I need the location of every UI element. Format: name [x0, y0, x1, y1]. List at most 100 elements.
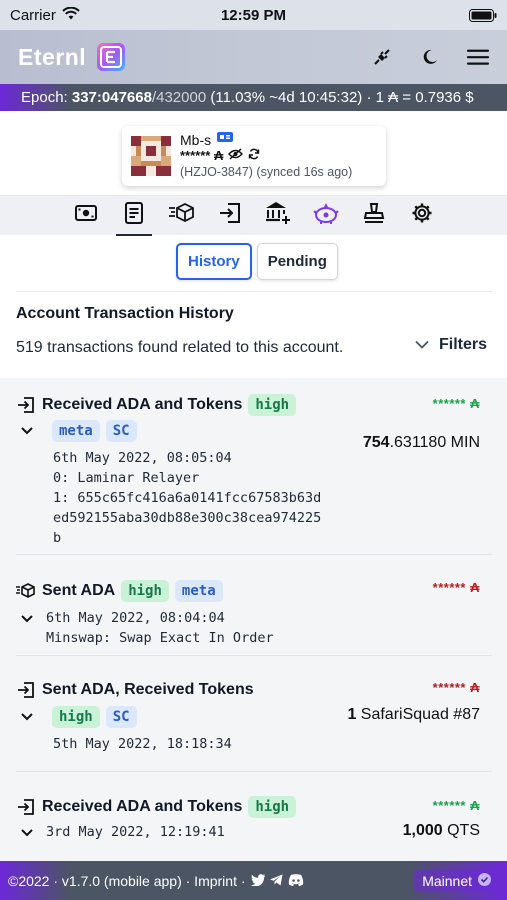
transaction-details: 6th May 2022, 08:05:04 0: Laminar Relaye… [53, 450, 322, 546]
token-amount-rest: QTS [442, 822, 480, 839]
transaction-ada-amount: ****** ₳ [433, 396, 480, 411]
send-cube-icon [16, 581, 36, 601]
transaction-item[interactable]: Received ADA and Tokens high ****** ₳ me… [16, 394, 492, 548]
twitter-icon[interactable] [250, 873, 265, 889]
tab-staking[interactable] [254, 196, 302, 236]
moon-icon[interactable] [419, 46, 441, 68]
hidden-amount: ****** ₳ [432, 396, 480, 411]
wallet-name: Mb-s [180, 132, 212, 148]
token-amount: 1 SafariSquad #87 [347, 706, 480, 724]
tag-badge: SC [105, 420, 137, 442]
wallet-card[interactable]: Mb-s ****** ₳ (HZJO-3847) (synced 16s ag… [122, 126, 386, 186]
transaction-item[interactable]: Received ADA and Tokens high ****** ₳ 3r… [16, 796, 492, 842]
eye-hidden-icon[interactable] [228, 148, 244, 164]
piggy-bank-icon [312, 202, 339, 229]
app-header: Eternl [0, 30, 507, 84]
eternl-logo-icon[interactable] [96, 42, 126, 72]
footer-copyright[interactable]: ©2022 · v1.7.0 (mobile app) · Imprint · [8, 873, 246, 889]
epoch-total: /432000 [151, 89, 207, 106]
transaction-details: 6th May 2022, 08:04:04 Minswap: Swap Exa… [46, 610, 274, 646]
priority-badge: high [248, 796, 297, 818]
epoch-progress-bar: Epoch: 337:047668 /432000 (11.03% ~4d 10… [0, 84, 507, 111]
transaction-title: Sent ADA, Received Tokens [42, 681, 254, 698]
network-indicator[interactable]: Mainnet [414, 869, 499, 892]
receive-icon [16, 680, 36, 700]
network-label: Mainnet [422, 872, 472, 889]
transaction-item[interactable]: Sent ADA high meta ****** ₳ 6th May 2022… [16, 580, 492, 648]
ios-status-bar: Carrier 12:59 PM [0, 0, 507, 30]
token-amount-integer: 1 [347, 706, 357, 723]
transaction-ada-amount: ****** ₳ [433, 580, 480, 595]
wallet-nav-tabs [0, 195, 507, 236]
tag-badge: meta [52, 420, 100, 442]
document-list-icon [124, 202, 143, 229]
epoch-label: Epoch: [21, 89, 68, 106]
token-amount: 754.631180 MIN [363, 434, 480, 452]
tab-settings[interactable] [398, 196, 446, 236]
priority-badge: high [52, 706, 100, 728]
section-title: Account Transaction History [16, 305, 234, 322]
transaction-list: Received ADA and Tokens high ****** ₳ me… [0, 378, 507, 861]
telegram-icon[interactable] [269, 873, 283, 889]
tab-pending[interactable]: Pending [256, 243, 338, 280]
battery-icon [469, 8, 497, 22]
stamp-icon [363, 202, 385, 229]
token-amount-rest: .631180 MIN [389, 434, 480, 451]
tab-voting[interactable] [350, 196, 398, 236]
discord-icon[interactable] [288, 873, 304, 889]
gear-icon [411, 202, 433, 229]
receive-icon [219, 203, 241, 228]
token-amount-integer: 1,000 [402, 822, 443, 839]
token-amount-rest: SafariSquad #87 [356, 706, 480, 723]
history-subtabs: History Pending [176, 243, 338, 280]
transaction-ada-amount: ****** ₳ [433, 680, 480, 695]
send-cube-icon [168, 202, 195, 228]
menu-icon[interactable] [467, 46, 489, 68]
priority-badge: high [121, 580, 169, 602]
filters-toggle[interactable]: Filters [415, 336, 487, 354]
wifi-icon [62, 6, 80, 24]
token-amount-integer: 754 [362, 434, 390, 451]
transaction-item[interactable]: Sent ADA, Received Tokens ****** ₳ high … [16, 680, 492, 754]
divider [16, 291, 492, 292]
chevron-down-icon[interactable] [20, 826, 34, 840]
priority-badge: high [248, 394, 297, 416]
transaction-title: Received ADA and Tokens [42, 798, 243, 815]
sync-icon[interactable] [248, 148, 260, 164]
epoch-value: 337:047668 [71, 89, 152, 106]
plug-icon[interactable] [371, 46, 393, 68]
transaction-title: Received ADA and Tokens [42, 396, 243, 413]
chevron-down-icon[interactable] [20, 710, 34, 724]
chevron-down-icon[interactable] [20, 612, 34, 626]
transactions-count-text: 519 transactions found related to this a… [16, 339, 344, 356]
divider [16, 771, 492, 772]
tab-summary[interactable] [62, 196, 110, 236]
carrier-info: Carrier [10, 6, 80, 24]
hidden-amount: ****** ₳ [432, 580, 480, 595]
receive-icon [16, 395, 36, 415]
tab-receive[interactable] [206, 196, 254, 236]
chevron-down-icon[interactable] [20, 424, 34, 438]
hidden-amount: ****** ₳ [432, 798, 480, 813]
wallet-sync-status: (HZJO-3847) (synced 16s ago) [180, 165, 353, 179]
transaction-details: 3rd May 2022, 12:19:41 [46, 824, 225, 840]
eternl-logo-text[interactable]: Eternl [18, 44, 86, 71]
app-footer: ©2022 · v1.7.0 (mobile app) · Imprint · … [0, 861, 507, 900]
tab-history[interactable]: History [176, 243, 252, 280]
cash-icon [74, 205, 97, 226]
check-circle-icon [478, 872, 491, 889]
carrier-label: Carrier [10, 6, 56, 24]
divider [16, 655, 492, 656]
transaction-title: Sent ADA [42, 582, 116, 599]
tab-dapp[interactable] [302, 196, 350, 236]
wallet-type-icon [217, 132, 234, 148]
tab-transactions[interactable] [110, 196, 158, 236]
epoch-progress-text: (11.03% ~4d 10:45:32) · 1 ₳ = 0.7936 $ [210, 89, 474, 106]
transaction-details: 5th May 2022, 18:18:34 [53, 736, 232, 752]
tag-badge: meta [174, 580, 223, 602]
filters-label: Filters [438, 336, 487, 353]
wallet-balance: ****** ₳ [180, 148, 224, 163]
wallet-avatar [131, 136, 171, 176]
divider [16, 554, 492, 555]
tab-send[interactable] [158, 196, 206, 236]
